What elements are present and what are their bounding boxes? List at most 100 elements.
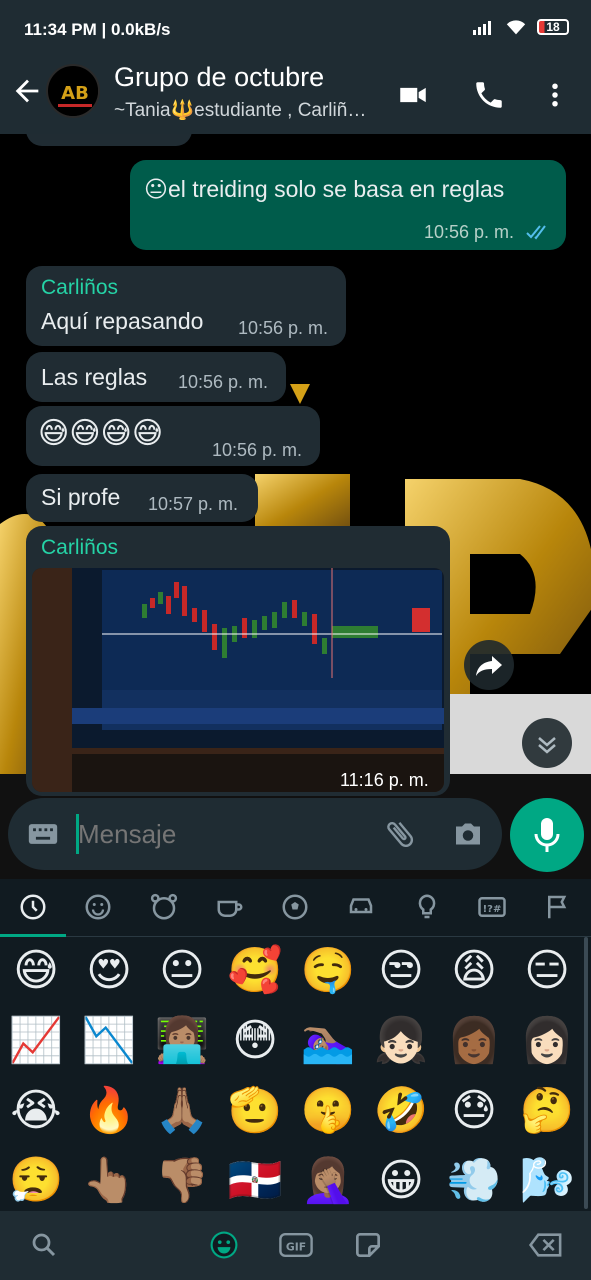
emoji-cell[interactable]: 🫡: [225, 1081, 285, 1141]
microphone-icon: [534, 818, 560, 852]
gif-icon: GIF: [279, 1233, 313, 1257]
tab-recent[interactable]: [17, 891, 49, 923]
chevron-down-icon: [538, 737, 556, 754]
emoji-tab-button[interactable]: [204, 1225, 244, 1265]
message-bubble-incoming[interactable]: 😅😅😅😅 10:56 p. m.: [26, 406, 320, 466]
backspace-button[interactable]: [526, 1225, 566, 1265]
message-input[interactable]: [78, 812, 358, 856]
emoji-cell[interactable]: 🇩🇴: [225, 1151, 285, 1211]
emoji-cell[interactable]: 🙏🏽: [152, 1081, 212, 1141]
group-title[interactable]: Grupo de octubre: [114, 62, 324, 93]
emoji-cell[interactable]: 💨: [444, 1151, 504, 1211]
emoji-cell[interactable]: 📉: [79, 1011, 139, 1071]
sticker-tab-button[interactable]: [348, 1225, 388, 1265]
gif-tab-button[interactable]: GIF: [276, 1225, 316, 1265]
voice-record-button[interactable]: [510, 798, 584, 872]
search-icon: [32, 1233, 56, 1257]
more-options-icon[interactable]: [540, 78, 570, 112]
forward-button[interactable]: [464, 640, 514, 690]
emoji-cell[interactable]: 👎🏽: [152, 1151, 212, 1211]
scroll-down-button[interactable]: [522, 718, 572, 768]
emoji-cell[interactable]: 😅: [6, 941, 66, 1001]
sticker-icon: [356, 1233, 380, 1257]
chat-header: AB Grupo de octubre ~Tania🔱estudiante , …: [0, 58, 591, 134]
back-arrow-icon[interactable]: [10, 74, 44, 108]
emoji-category-bar: !?#: [0, 879, 591, 937]
emoji-icon: [210, 1231, 238, 1259]
message-time: 10:56 p. m.: [178, 372, 269, 392]
sender-name[interactable]: Carliños: [41, 536, 118, 560]
forward-icon: [476, 656, 502, 676]
camera-icon[interactable]: [450, 816, 486, 852]
emoji-cell[interactable]: 🤔: [517, 1081, 577, 1141]
chart-photo[interactable]: 11:16 p. m.: [32, 568, 444, 792]
emoji-cell[interactable]: 😳: [225, 1011, 285, 1071]
emoji-cell[interactable]: 👩🏽‍💻: [152, 1011, 212, 1071]
animals-icon: [150, 893, 178, 920]
message-bubble-incoming[interactable]: Carliños Aquí repasando 10:56 p. m.: [26, 266, 346, 346]
objects-icon: [418, 894, 436, 919]
backspace-icon: [528, 1233, 562, 1257]
emoji-cell[interactable]: 😩: [444, 941, 504, 1001]
activity-icon: [282, 894, 308, 920]
wifi-icon: [506, 20, 526, 35]
tab-objects[interactable]: [411, 891, 443, 923]
symbols-icon: !?#: [478, 897, 506, 917]
tab-food[interactable]: [214, 891, 246, 923]
sender-name[interactable]: Carliños: [41, 276, 118, 300]
emoji-cell[interactable]: 👩🏻: [517, 1011, 577, 1071]
voice-call-icon[interactable]: [472, 78, 506, 112]
emoji-cell[interactable]: 😭: [6, 1081, 66, 1141]
emoji-cell[interactable]: 🤤: [298, 941, 358, 1001]
avatar-text: AB: [61, 83, 89, 104]
image-message-bubble[interactable]: Carliños 11:16 p. m.: [26, 526, 450, 796]
keyboard-icon[interactable]: [26, 817, 60, 851]
emoji-cell[interactable]: 🤦🏽‍♀️: [298, 1151, 358, 1211]
group-avatar[interactable]: AB: [46, 64, 100, 118]
message-bubble-outgoing[interactable]: 😐el treiding solo se basa en reglas 10:5…: [130, 160, 566, 250]
tab-smileys[interactable]: [82, 891, 114, 923]
svg-text:GIF: GIF: [286, 1240, 306, 1253]
chat-area[interactable]: 😐el treiding solo se basa en reglas 10:5…: [0, 134, 591, 879]
emoji-cell[interactable]: 😐: [152, 941, 212, 1001]
signal-icon: [473, 21, 491, 35]
video-call-icon[interactable]: [396, 78, 430, 112]
emoji-cell[interactable]: 😍: [79, 941, 139, 1001]
emoji-cell[interactable]: 🏊🏽‍♀️: [298, 1011, 358, 1071]
emoji-cell[interactable]: 🥰: [225, 941, 285, 1001]
emoji-cell[interactable]: 🤫: [298, 1081, 358, 1141]
emoji-scrollbar[interactable]: [584, 937, 588, 1209]
tab-activity[interactable]: [279, 891, 311, 923]
emoji-cell[interactable]: 😓: [444, 1081, 504, 1141]
food-icon: [217, 900, 243, 917]
emoji-cell[interactable]: 🌬️: [517, 1151, 577, 1211]
emoji-cell[interactable]: 👩🏾: [444, 1011, 504, 1071]
emoji-cell[interactable]: 👆🏽: [79, 1151, 139, 1211]
active-tab-indicator: [0, 934, 66, 937]
keyboard-bottom-bar: GIF: [0, 1211, 591, 1280]
emoji-cell[interactable]: 😑: [517, 941, 577, 1001]
tab-travel[interactable]: [345, 891, 377, 923]
message-bubble-incoming[interactable]: Las reglas 10:56 p. m.: [26, 352, 286, 402]
attach-icon[interactable]: [382, 816, 418, 852]
tab-animals[interactable]: [148, 891, 180, 923]
status-bar: 11:34 PM | 0.0kB/s 18: [0, 0, 591, 58]
emoji-cell[interactable]: 😮‍💨: [6, 1151, 66, 1211]
travel-icon: [349, 898, 373, 914]
emoji-cell[interactable]: 🤣: [371, 1081, 431, 1141]
emoji-cell[interactable]: 🔥: [79, 1081, 139, 1141]
tab-symbols[interactable]: !?#: [476, 891, 508, 923]
message-bubble-partial[interactable]: [26, 134, 192, 146]
tab-flags[interactable]: [542, 891, 574, 923]
message-text: 😅😅😅😅: [38, 416, 164, 451]
group-participants[interactable]: ~Tania🔱estudiante , Carliñ…: [114, 98, 384, 122]
emoji-search-button[interactable]: [24, 1225, 64, 1265]
emoji-cell[interactable]: 😒: [371, 941, 431, 1001]
emoji-cell[interactable]: 😀: [371, 1151, 431, 1211]
message-composer[interactable]: [8, 798, 502, 870]
emoji-cell[interactable]: 📈: [6, 1011, 66, 1071]
message-bubble-incoming[interactable]: Si profe 10:57 p. m.: [26, 474, 258, 522]
emoji-cell[interactable]: 👧🏻: [371, 1011, 431, 1071]
message-time: 11:16 p. m.: [340, 770, 429, 790]
trading-chart-image: [32, 568, 444, 792]
